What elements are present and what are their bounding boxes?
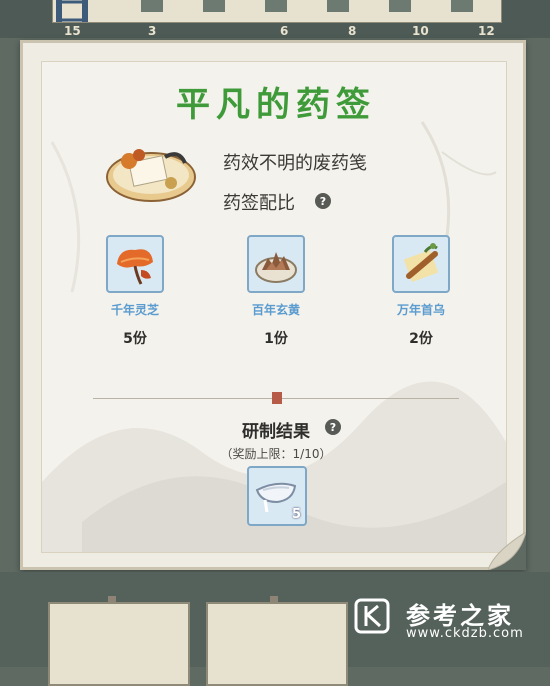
ingredient-qty: 1份 (264, 331, 288, 347)
ruler-numbers: 15 3 6 8 10 12 (52, 24, 500, 38)
lingzhi-icon (117, 249, 153, 285)
ingredient-qty: 5份 (123, 331, 147, 347)
red-seal-icon (272, 392, 282, 404)
result-title: 研制结果 (242, 422, 310, 442)
ruler-tab (327, 0, 349, 12)
ruler-number: 3 (148, 24, 157, 38)
ingredient-name: 百年玄黄 (251, 303, 300, 317)
watermark-url: www.ckdzb.com (406, 626, 524, 641)
ingredient-frame[interactable] (106, 235, 164, 293)
ruler-number: 6 (280, 24, 289, 38)
ruler-tab (203, 0, 225, 12)
ratio-help-icon[interactable]: ? (315, 193, 331, 209)
ingredient-item[interactable]: 万年首乌 2份 (361, 235, 481, 348)
shouwu-icon (403, 243, 439, 283)
page-curl-decoration (488, 532, 526, 570)
top-strip: 15 3 6 8 10 12 (0, 0, 550, 38)
ruler-number: 8 (348, 24, 357, 38)
recipe-description: 药效不明的废药笺 (223, 153, 367, 174)
xuanhuang-icon (255, 252, 297, 283)
reward-count: 5 (291, 507, 301, 522)
ingredient-item[interactable]: 百年玄黄 1份 (216, 235, 336, 348)
ruler-number: 10 (412, 24, 429, 38)
recipe-title: 平凡的药签 (176, 85, 376, 125)
reward-item[interactable]: 5 (247, 466, 307, 526)
scroll-icon (56, 0, 88, 22)
ruler-tab (451, 0, 473, 12)
ruler-tab (389, 0, 411, 12)
ingredient-name: 万年首乌 (396, 303, 445, 317)
recipe-card[interactable] (206, 602, 348, 686)
ruler-tab (141, 0, 163, 12)
ingredient-item[interactable]: 千年灵芝 5份 (75, 235, 195, 348)
watermark-logo-icon (354, 598, 390, 634)
reward-limit: （奖励上限：1/10） (220, 447, 332, 461)
ratio-label: 药签配比 (223, 193, 295, 214)
recipe-plate-icon (106, 149, 196, 202)
ingredient-name: 千年灵芝 (110, 303, 159, 317)
ruler-number: 15 (64, 24, 81, 38)
ingredient-qty: 2份 (409, 331, 433, 347)
recipe-panel: 平凡的药签 药效不明的废药笺 药签配比 ? 千年灵芝 5份 百年玄黄 1份 万年… (20, 40, 526, 570)
result-help-icon[interactable]: ? (325, 419, 341, 435)
progress-ruler (52, 0, 502, 23)
ruler-tab (265, 0, 287, 12)
ruler-number: 12 (478, 24, 495, 38)
ingredient-frame[interactable] (247, 235, 305, 293)
ingredient-frame[interactable] (392, 235, 450, 293)
recipe-card[interactable] (48, 602, 190, 686)
